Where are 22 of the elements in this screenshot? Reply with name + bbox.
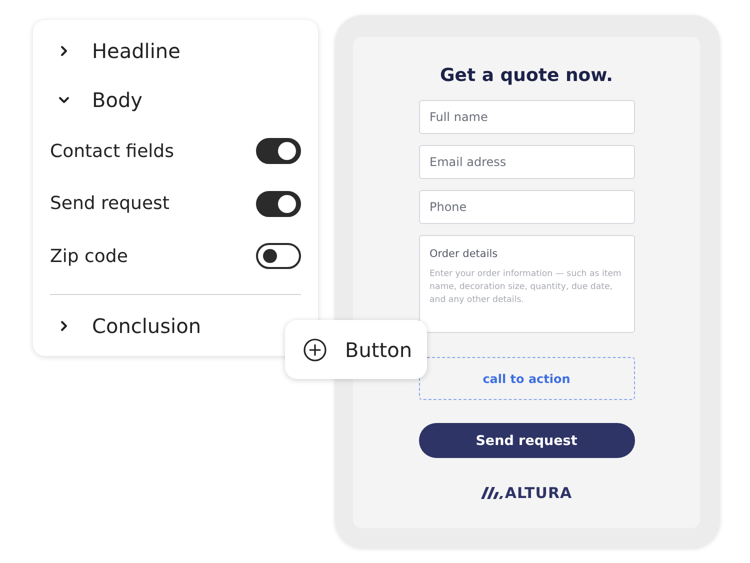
toggle-switch[interactable] <box>256 190 301 216</box>
logo-text: ALTURA <box>504 484 572 502</box>
toggle-label: Contact fields <box>50 140 174 162</box>
toggle-switch[interactable] <box>256 243 301 269</box>
section-header[interactable]: Conclusion <box>50 306 201 344</box>
send-request-button[interactable]: Send request <box>418 423 634 458</box>
chevron-down-icon <box>58 94 70 106</box>
input-field[interactable]: Email adress <box>418 145 634 179</box>
input-field[interactable]: Phone <box>418 190 634 224</box>
plus-circle-icon <box>303 338 327 362</box>
toggle-switch[interactable] <box>256 138 301 164</box>
section-header[interactable]: Body <box>50 81 142 119</box>
chevron-right-icon <box>58 45 70 57</box>
toggle-label: Send request <box>50 193 170 214</box>
order-details-field[interactable]: Order details Enter your order information — such as item name, decoration size, quantity, due date, and any other details. <box>418 235 634 333</box>
logo-mark-icon <box>480 487 503 499</box>
input-field[interactable]: Full name <box>418 100 634 134</box>
add-button[interactable]: Button <box>285 320 427 379</box>
section-header[interactable]: Headline <box>50 32 180 70</box>
form-title: Get a quote now. <box>440 65 613 86</box>
toggle-label: Zip code <box>50 246 128 266</box>
chevron-right-icon <box>58 320 70 332</box>
